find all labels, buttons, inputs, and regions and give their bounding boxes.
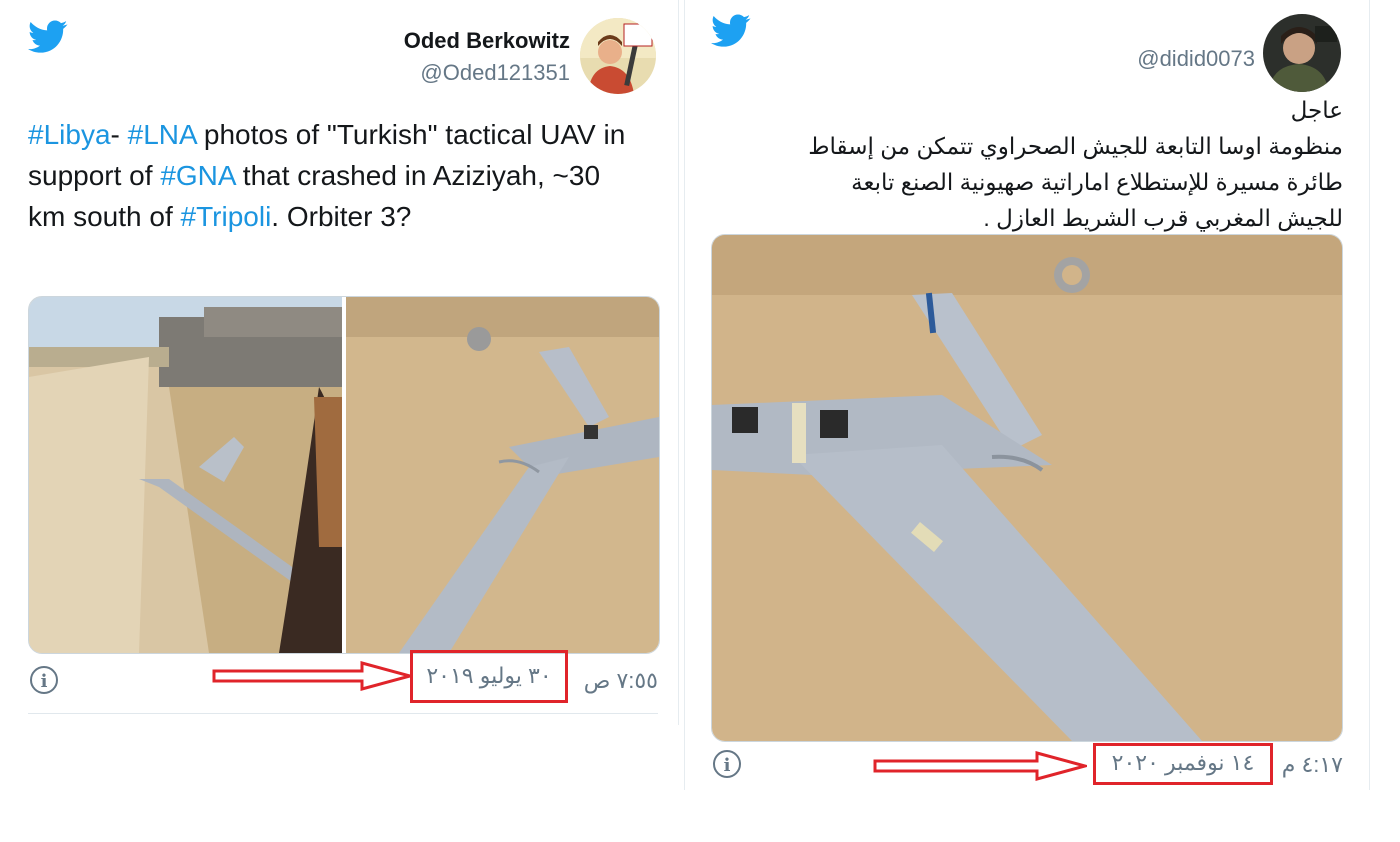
avatar[interactable] xyxy=(580,18,656,94)
tweet-time: ٧:٥٥ ص xyxy=(583,668,658,693)
tweet-text: عاجل منظومة اوسا التابعة للجيش الصحراوي … xyxy=(703,92,1343,236)
tweet-card-oded: Oded Berkowitz @Oded121351 #Libya- #LNA … xyxy=(0,0,679,725)
tweet-line: للجيش المغربي قرب الشريط العازل . xyxy=(983,205,1343,231)
tweet-date: ٣٠ يوليو ٢٠١٩ xyxy=(426,663,552,688)
avatar[interactable] xyxy=(1263,14,1341,92)
hashtag-link[interactable]: #Tripoli xyxy=(181,201,272,232)
tweet-line: منظومة اوسا التابعة للجيش الصحراوي تتمكن… xyxy=(808,133,1343,159)
author-name[interactable]: Oded Berkowitz xyxy=(404,28,570,54)
tweet-text-segment: . Orbiter 3? xyxy=(271,201,412,232)
hashtag-link[interactable]: #GNA xyxy=(160,160,235,191)
tweet-date: ١٤ نوفمبر ٢٠٢٠ xyxy=(1111,750,1255,775)
photo-drone-closeup-large xyxy=(712,235,1342,741)
info-icon[interactable]: i xyxy=(713,750,741,778)
author-handle[interactable]: @Oded121351 xyxy=(420,60,570,86)
red-arrow-icon xyxy=(212,661,412,691)
red-arrow-icon xyxy=(873,751,1087,781)
photo-drone-roadside xyxy=(29,297,342,653)
twitter-bird-icon[interactable] xyxy=(28,20,68,54)
tweet-card-didid: @didid0073 عاجل منظومة اوسا التابعة للجي… xyxy=(684,0,1370,790)
tweet-text-segment: - xyxy=(110,119,128,150)
tweet-line: عاجل xyxy=(1290,97,1343,123)
hashtag-link[interactable]: #Libya xyxy=(28,119,111,150)
tweet-time: ٤:١٧ م xyxy=(1281,752,1343,777)
photo-drone-closeup xyxy=(346,297,659,653)
tweet-line: طائرة مسيرة للإستطلاع اماراتية صهيونية ا… xyxy=(851,169,1343,195)
tweet-media[interactable] xyxy=(711,234,1343,742)
hashtag-link[interactable]: #LNA xyxy=(128,119,197,150)
tweet-media-grid[interactable] xyxy=(28,296,660,654)
info-icon[interactable]: i xyxy=(30,666,58,694)
twitter-bird-icon[interactable] xyxy=(711,14,751,48)
tweet-text: #Libya- #LNA photos of "Turkish" tactica… xyxy=(28,114,628,237)
divider xyxy=(28,713,658,714)
author-handle[interactable]: @didid0073 xyxy=(1137,46,1255,72)
